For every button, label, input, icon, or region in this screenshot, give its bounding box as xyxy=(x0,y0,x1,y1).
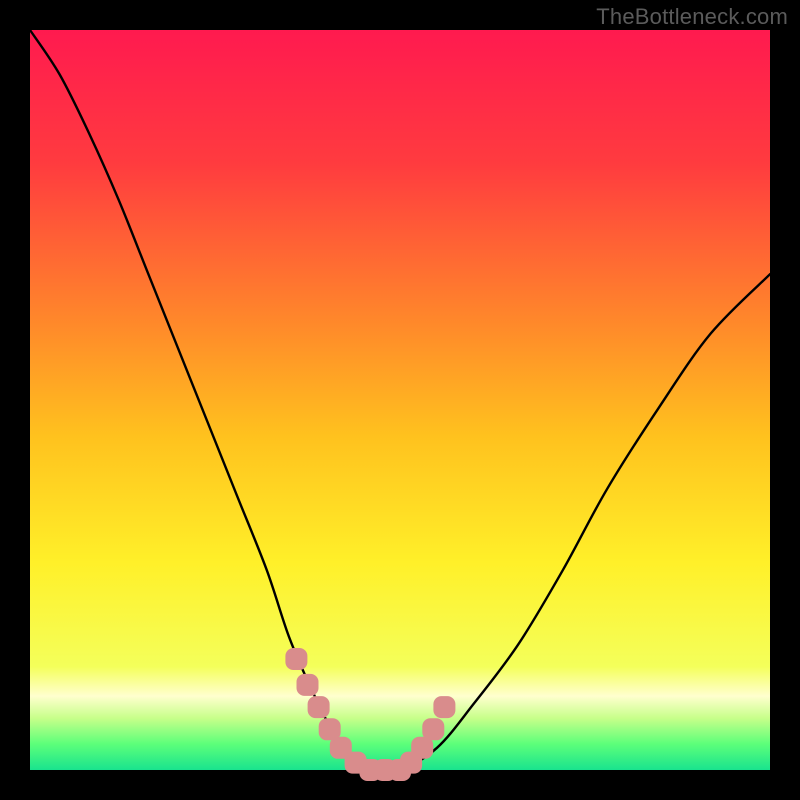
watermark-text: TheBottleneck.com xyxy=(596,4,788,30)
marker-point xyxy=(285,648,307,670)
marker-point xyxy=(422,718,444,740)
bottleneck-chart xyxy=(0,0,800,800)
plot-background xyxy=(30,30,770,770)
marker-point xyxy=(297,674,319,696)
marker-point xyxy=(433,696,455,718)
marker-point xyxy=(308,696,330,718)
chart-stage: TheBottleneck.com xyxy=(0,0,800,800)
